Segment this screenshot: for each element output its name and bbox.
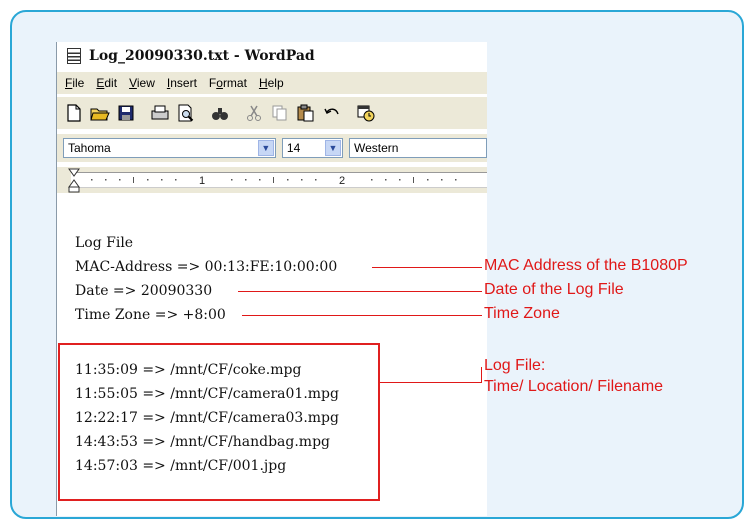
svg-text:2: 2 (339, 175, 345, 187)
log-connector-vertical (481, 367, 482, 383)
timezone-connector (242, 315, 482, 316)
chevron-down-icon[interactable]: ▼ (257, 140, 274, 156)
undo-icon[interactable] (321, 102, 343, 124)
log-entries-highlight (58, 343, 380, 501)
wordpad-app-icon (67, 48, 81, 64)
chevron-down-icon[interactable]: ▼ (325, 140, 342, 156)
mac-connector (372, 267, 482, 268)
standard-toolbar (57, 97, 487, 129)
font-name-combo[interactable]: Tahoma ▼ (63, 138, 276, 158)
menu-file[interactable]: File (65, 76, 84, 90)
annotation-timezone: Time Zone (484, 305, 560, 322)
menu-edit[interactable]: Edit (96, 76, 117, 90)
menu-insert[interactable]: Insert (167, 76, 197, 90)
menu-help[interactable]: Help (259, 76, 284, 90)
format-bar: Tahoma ▼ 14 ▼ Western (57, 134, 487, 162)
annotation-mac: MAC Address of the B1080P (484, 257, 688, 274)
annotation-log-detail: Time/ Location/ Filename (484, 378, 664, 395)
annotation-date: Date of the Log File (484, 281, 624, 298)
script-value: Western (354, 141, 399, 155)
date-time-icon[interactable] (355, 102, 377, 124)
script-combo[interactable]: Western (349, 138, 487, 158)
date-line: Date => 20090330 (75, 283, 213, 299)
menu-format[interactable]: Format (209, 76, 247, 90)
svg-text:1: 1 (199, 175, 205, 187)
font-size-combo[interactable]: 14 ▼ (281, 138, 344, 158)
print-preview-icon[interactable] (175, 102, 197, 124)
mac-address-line: MAC-Address => 00:13:FE:10:00:00 (75, 259, 338, 275)
window-title: Log_20090330.txt - WordPad (89, 48, 315, 64)
font-size-value: 14 (286, 141, 301, 155)
log-header: Log File (75, 235, 134, 251)
cut-icon[interactable] (243, 102, 265, 124)
new-document-icon[interactable] (63, 102, 85, 124)
find-icon[interactable] (209, 102, 231, 124)
title-bar: Log_20090330.txt - WordPad (57, 42, 487, 70)
paste-icon[interactable] (295, 102, 317, 124)
save-icon[interactable] (115, 102, 137, 124)
font-name-value: Tahoma (68, 141, 111, 155)
copy-icon[interactable] (269, 102, 291, 124)
print-icon[interactable] (149, 102, 171, 124)
indent-marker-icon[interactable] (67, 167, 81, 193)
log-connector (380, 382, 482, 383)
menu-bar: File Edit View Insert Format Help (57, 72, 487, 94)
ruler[interactable]: 1 2 (57, 167, 487, 193)
open-folder-icon[interactable] (89, 102, 111, 124)
timezone-line: Time Zone => +8:00 (75, 307, 226, 323)
annotation-log-title: Log File: (484, 357, 546, 374)
menu-view[interactable]: View (129, 76, 155, 90)
ruler-track: 1 2 (71, 172, 487, 188)
date-connector (238, 291, 482, 292)
